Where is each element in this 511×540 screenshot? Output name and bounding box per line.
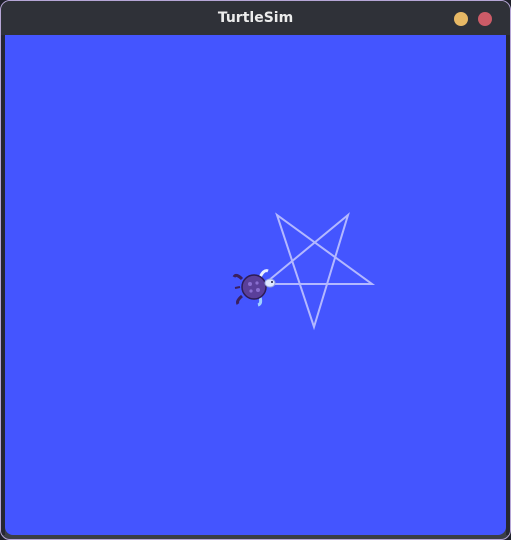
right-window-edge [506, 35, 510, 535]
close-icon[interactable] [478, 12, 492, 26]
canvas-svg [5, 35, 506, 535]
turtlesim-window: TurtleSim [0, 0, 511, 540]
title-bar[interactable]: TurtleSim [1, 1, 510, 35]
window-title: TurtleSim [217, 10, 294, 26]
minimize-icon[interactable] [454, 12, 468, 26]
turtle-canvas [5, 35, 506, 535]
